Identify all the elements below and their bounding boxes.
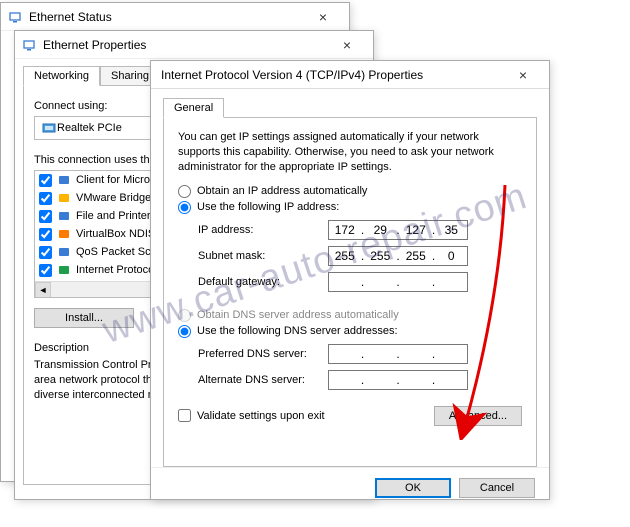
close-icon[interactable]: × — [327, 37, 367, 53]
ok-button[interactable]: OK — [375, 478, 451, 498]
component-icon — [56, 208, 72, 224]
tab-networking[interactable]: Networking — [23, 66, 100, 86]
cancel-button[interactable]: Cancel — [459, 478, 535, 498]
ipv4-title: Internet Protocol Version 4 (TCP/IPv4) P… — [157, 68, 503, 82]
ip-address-label: IP address: — [178, 224, 328, 236]
subnet-label: Subnet mask: — [178, 250, 328, 262]
radio-ip-manual[interactable]: Use the following IP address: — [178, 201, 522, 214]
network-icon — [21, 37, 37, 53]
gateway-label: Default gateway: — [178, 276, 328, 288]
install-button[interactable]: Install... — [34, 308, 134, 328]
scroll-left-icon[interactable]: ◄ — [35, 282, 51, 298]
advanced-button[interactable]: Advanced... — [434, 406, 522, 426]
adapter-name: Realtek PCIe — [57, 122, 122, 134]
status-titlebar: Ethernet Status × — [1, 3, 349, 31]
item-checkbox[interactable] — [39, 264, 52, 277]
help-text: You can get IP settings assigned automat… — [178, 130, 522, 175]
component-icon — [56, 262, 72, 278]
close-icon[interactable]: × — [503, 67, 543, 83]
radio-dns-manual[interactable]: Use the following DNS server addresses: — [178, 325, 522, 338]
prop-title: Ethernet Properties — [43, 38, 327, 52]
validate-checkbox-input[interactable] — [178, 409, 191, 422]
component-icon — [56, 244, 72, 260]
pref-dns-field[interactable]: . . . — [328, 344, 468, 364]
radio-ip-auto-input[interactable] — [178, 185, 191, 198]
radio-ip-manual-input[interactable] — [178, 201, 191, 214]
gateway-field[interactable]: . . . — [328, 272, 468, 292]
adapter-icon — [41, 120, 57, 136]
component-icon — [56, 226, 72, 242]
radio-dns-auto-input — [178, 309, 191, 322]
component-icon — [56, 190, 72, 206]
ip-address-field[interactable]: 172. 29. 127. 35 — [328, 220, 468, 240]
ipv4-properties-dialog: Internet Protocol Version 4 (TCP/IPv4) P… — [150, 60, 550, 500]
alt-dns-label: Alternate DNS server: — [178, 374, 328, 386]
radio-dns-auto: Obtain DNS server address automatically — [178, 309, 522, 322]
radio-dns-manual-input[interactable] — [178, 325, 191, 338]
status-title: Ethernet Status — [29, 10, 303, 24]
close-icon[interactable]: × — [303, 9, 343, 25]
item-checkbox[interactable] — [39, 228, 52, 241]
item-checkbox[interactable] — [39, 192, 52, 205]
subnet-field[interactable]: 255. 255. 255. 0 — [328, 246, 468, 266]
item-checkbox[interactable] — [39, 246, 52, 259]
pref-dns-label: Preferred DNS server: — [178, 348, 328, 360]
prop-titlebar: Ethernet Properties × — [15, 31, 373, 59]
item-checkbox[interactable] — [39, 210, 52, 223]
tab-general[interactable]: General — [163, 98, 224, 118]
alt-dns-field[interactable]: . . . — [328, 370, 468, 390]
component-icon — [56, 172, 72, 188]
validate-checkbox[interactable]: Validate settings upon exit — [178, 409, 325, 422]
radio-ip-auto[interactable]: Obtain an IP address automatically — [178, 185, 522, 198]
network-icon — [7, 9, 23, 25]
item-label: VirtualBox NDIS6 — [76, 228, 161, 240]
item-checkbox[interactable] — [39, 174, 52, 187]
